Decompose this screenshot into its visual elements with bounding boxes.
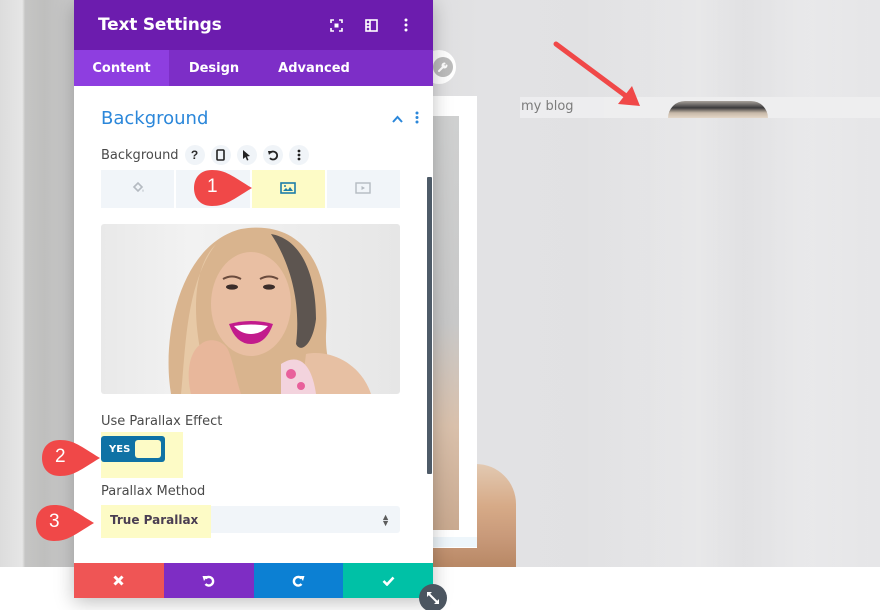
tab-advanced[interactable]: Advanced <box>259 50 369 86</box>
close-icon <box>113 575 124 586</box>
text-settings-panel: Text Settings Content Design Advanced Ba… <box>74 0 433 598</box>
redo-icon <box>292 575 305 587</box>
hover-cursor-icon[interactable] <box>236 145 257 165</box>
fullscreen-icon[interactable] <box>327 16 345 34</box>
chevron-up-icon[interactable] <box>392 111 403 126</box>
wrench-icon <box>433 57 453 77</box>
mobile-icon[interactable] <box>210 145 231 165</box>
panel-header[interactable]: Text Settings <box>74 0 433 50</box>
toggle-label: YES <box>109 443 131 455</box>
callout-number: 3 <box>49 511 60 532</box>
callout-marker-icon <box>36 505 94 541</box>
preview-frame-image <box>432 116 459 530</box>
callout-1: 1 <box>192 168 256 213</box>
tab-content[interactable]: Content <box>74 50 169 86</box>
reset-icon[interactable] <box>262 145 283 165</box>
kebab-menu-icon[interactable] <box>288 145 309 165</box>
bg-tab-image[interactable] <box>251 170 325 208</box>
background-image-preview[interactable] <box>101 224 400 394</box>
bg-tab-color[interactable] <box>101 170 175 208</box>
video-icon <box>355 181 372 197</box>
checkmark-icon <box>382 576 395 586</box>
image-icon <box>280 181 296 197</box>
parallax-effect-label: Use Parallax Effect <box>101 414 223 429</box>
callout-2: 2 <box>40 438 104 483</box>
discard-button[interactable] <box>74 563 164 598</box>
section-kebab-icon[interactable] <box>415 111 419 127</box>
color-fill-icon <box>131 181 145 197</box>
select-arrows-icon: ▲ ▼ <box>381 511 390 528</box>
panel-tabs: Content Design Advanced <box>74 50 433 86</box>
panel-title: Text Settings <box>98 15 222 35</box>
background-field-label: Background <box>101 147 179 163</box>
background-field-label-row: Background ? <box>101 145 315 165</box>
woman-portrait-image <box>168 227 371 394</box>
resize-handle[interactable] <box>419 584 447 610</box>
parallax-method-select[interactable]: True Parallax ▲ ▼ <box>101 505 400 538</box>
section-title: Background <box>101 108 209 129</box>
help-icon[interactable]: ? <box>184 145 205 165</box>
callout-marker-icon <box>194 170 252 206</box>
kebab-menu-icon[interactable] <box>397 16 415 34</box>
tab-design[interactable]: Design <box>169 50 259 86</box>
parallax-method-label: Parallax Method <box>101 484 206 499</box>
sidebar-layout-icon[interactable] <box>362 16 380 34</box>
bg-tab-video[interactable] <box>326 170 400 208</box>
undo-icon <box>202 575 215 587</box>
redo-button[interactable] <box>253 563 344 598</box>
parallax-toggle[interactable]: YES <box>101 436 165 462</box>
select-value: True Parallax <box>110 512 199 527</box>
undo-button[interactable] <box>163 563 254 598</box>
callout-number: 2 <box>55 446 66 467</box>
toggle-knob <box>135 440 161 458</box>
preview-frame-strip <box>432 537 477 547</box>
callout-marker-icon <box>42 440 100 476</box>
panel-footer <box>74 563 433 598</box>
background-section-header[interactable]: Background <box>101 108 419 129</box>
callout-3: 3 <box>34 503 98 548</box>
callout-number: 1 <box>207 176 218 197</box>
panel-scrollbar[interactable] <box>427 177 432 474</box>
preview-photo-head <box>668 101 768 118</box>
annotation-arrow-icon <box>553 41 640 106</box>
resize-diagonal-icon <box>427 592 439 604</box>
